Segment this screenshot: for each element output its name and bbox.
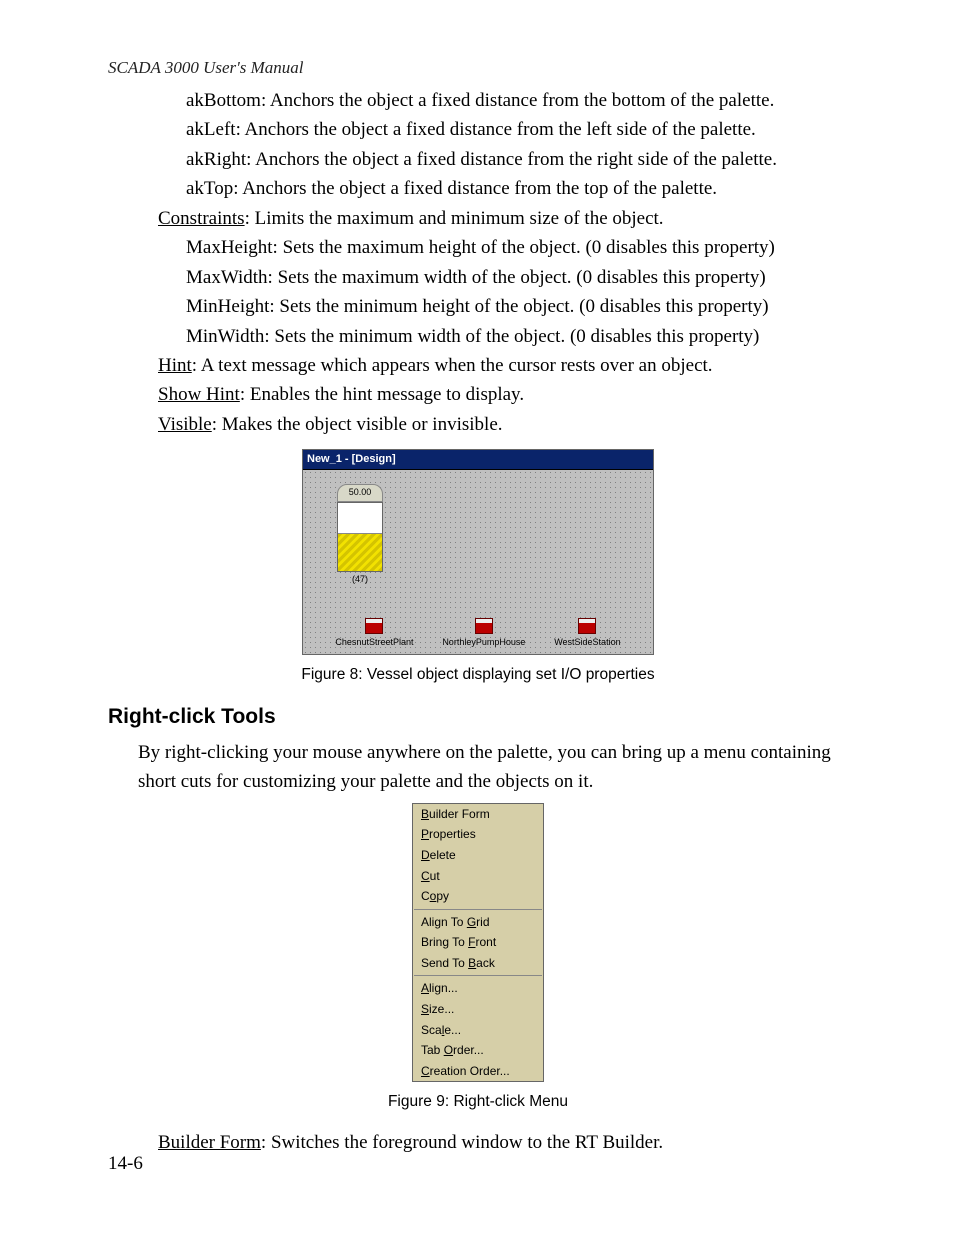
- menu-item[interactable]: Properties: [413, 824, 543, 845]
- def-akbottom: akBottom: Anchors the object a fixed dis…: [186, 86, 848, 115]
- figure-8-canvas: 50.00 (47) ChesnutStreetPlant NorthleyPu…: [303, 470, 653, 654]
- plant-label: ChesnutStreetPlant: [335, 636, 413, 650]
- hint-rest: : A text message which appears when the …: [192, 355, 713, 376]
- menu-item[interactable]: Cut: [413, 866, 543, 887]
- constraints-rest: : Limits the maximum and minimum size of…: [245, 208, 664, 229]
- plant-3: WestSideStation: [554, 618, 620, 650]
- figure-8-caption: Figure 8: Vessel object displaying set I…: [108, 663, 848, 687]
- vessel-top-value: 50.00: [337, 484, 383, 502]
- hint-label: Hint: [158, 355, 192, 376]
- content-area: akBottom: Anchors the object a fixed dis…: [108, 86, 848, 1158]
- running-header: SCADA 3000 User's Manual: [108, 58, 304, 78]
- menu-item[interactable]: Send To Back: [413, 953, 543, 974]
- builderform-label: Builder Form: [158, 1132, 261, 1153]
- menu-item[interactable]: Builder Form: [413, 804, 543, 825]
- menu-separator: [414, 909, 542, 910]
- figure-8-titlebar: New_1 - [Design]: [303, 450, 653, 470]
- menu-group-1: Builder FormPropertiesDeleteCutCopy: [413, 804, 543, 907]
- plant-2: NorthleyPumpHouse: [442, 618, 525, 650]
- section-body: By right-clicking your mouse anywhere on…: [138, 738, 848, 797]
- builderform-rest: : Switches the foreground window to the …: [261, 1132, 663, 1153]
- def-visible: Visible: Makes the object visible or inv…: [158, 410, 848, 439]
- menu-item[interactable]: Tab Order...: [413, 1040, 543, 1061]
- def-builderform: Builder Form: Switches the foreground wi…: [158, 1128, 848, 1157]
- vessel-bottom-value: (47): [331, 573, 389, 587]
- def-akleft: akLeft: Anchors the object a fixed dista…: [186, 115, 848, 144]
- visible-rest: : Makes the object visible or invisible.: [212, 414, 503, 435]
- constraints-label: Constraints: [158, 208, 245, 229]
- menu-item[interactable]: Size...: [413, 999, 543, 1020]
- def-minwidth: MinWidth: Sets the minimum width of the …: [186, 322, 848, 351]
- def-hint: Hint: A text message which appears when …: [158, 351, 848, 380]
- menu-group-2: Align To GridBring To FrontSend To Back: [413, 912, 543, 974]
- figure-9-menu: Builder FormPropertiesDeleteCutCopy Alig…: [412, 803, 544, 1083]
- figure-9-caption: Figure 9: Right-click Menu: [108, 1090, 848, 1114]
- def-minheight: MinHeight: Sets the minimum height of th…: [186, 292, 848, 321]
- vessel-object: 50.00 (47): [331, 484, 389, 587]
- menu-item[interactable]: Align...: [413, 978, 543, 999]
- plant-icon: [475, 618, 493, 634]
- page-number: 14-6: [108, 1153, 143, 1175]
- menu-item[interactable]: Copy: [413, 886, 543, 907]
- plant-icon: [578, 618, 596, 634]
- menu-item[interactable]: Bring To Front: [413, 932, 543, 953]
- plant-row: ChesnutStreetPlant NorthleyPumpHouse Wes…: [303, 618, 653, 650]
- figure-8: New_1 - [Design] 50.00 (47) ChesnutStree…: [302, 449, 654, 655]
- plant-label: NorthleyPumpHouse: [442, 636, 525, 650]
- vessel-fill: [338, 533, 382, 571]
- def-maxheight: MaxHeight: Sets the maximum height of th…: [186, 233, 848, 262]
- def-akright: akRight: Anchors the object a fixed dist…: [186, 145, 848, 174]
- plant-label: WestSideStation: [554, 636, 620, 650]
- menu-group-3: Align...Size...Scale...Tab Order...Creat…: [413, 978, 543, 1081]
- showhint-rest: : Enables the hint message to display.: [240, 384, 524, 405]
- showhint-label: Show Hint: [158, 384, 240, 405]
- visible-label: Visible: [158, 414, 212, 435]
- section-heading: Right-click Tools: [108, 701, 848, 734]
- def-constraints: Constraints: Limits the maximum and mini…: [158, 204, 848, 233]
- menu-separator: [414, 975, 542, 976]
- def-maxwidth: MaxWidth: Sets the maximum width of the …: [186, 263, 848, 292]
- menu-item[interactable]: Scale...: [413, 1020, 543, 1041]
- vessel-body: [337, 502, 383, 572]
- def-aktop: akTop: Anchors the object a fixed distan…: [186, 174, 848, 203]
- menu-item[interactable]: Delete: [413, 845, 543, 866]
- def-showhint: Show Hint: Enables the hint message to d…: [158, 380, 848, 409]
- plant-icon: [365, 618, 383, 634]
- plant-1: ChesnutStreetPlant: [335, 618, 413, 650]
- menu-item[interactable]: Creation Order...: [413, 1061, 543, 1082]
- menu-item[interactable]: Align To Grid: [413, 912, 543, 933]
